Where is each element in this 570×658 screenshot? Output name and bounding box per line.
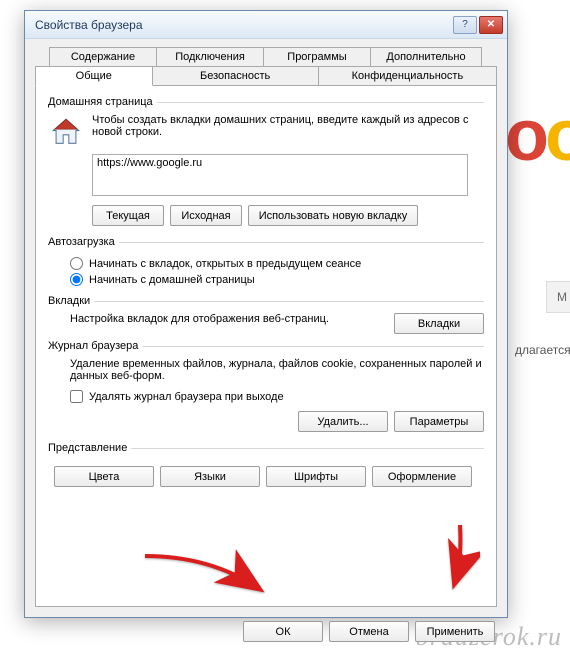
group-appearance: Представление Цвета Языки Шрифты Оформле… xyxy=(48,442,484,487)
tab-panel-general: Домашняя страница Чтобы создать вкладки … xyxy=(35,85,497,607)
tab-programs[interactable]: Программы xyxy=(263,47,371,67)
home-icon xyxy=(48,114,84,150)
titlebar[interactable]: Свойства браузера ? ✕ xyxy=(25,11,507,39)
window-title: Свойства браузера xyxy=(35,18,453,32)
home-url-textarea[interactable] xyxy=(92,154,468,196)
group-tabs-legend: Вкладки xyxy=(48,295,94,307)
btn-tabs[interactable]: Вкладки xyxy=(394,313,484,334)
group-history-legend: Журнал браузера xyxy=(48,340,142,352)
group-appearance-legend: Представление xyxy=(48,442,131,454)
btn-delete[interactable]: Удалить... xyxy=(298,411,388,432)
home-desc: Чтобы создать вкладки домашних страниц, … xyxy=(92,114,484,150)
btn-use-newtab[interactable]: Использовать новую вкладку xyxy=(248,205,418,226)
tab-security[interactable]: Безопасность xyxy=(152,66,319,86)
help-button[interactable]: ? xyxy=(453,16,477,34)
tab-advanced[interactable]: Дополнительно xyxy=(370,47,482,67)
group-tabs: Вкладки Настройка вкладок для отображени… xyxy=(48,295,484,334)
btn-params[interactable]: Параметры xyxy=(394,411,484,432)
bg-google-logo: oog xyxy=(505,95,570,177)
btn-colors[interactable]: Цвета xyxy=(54,466,154,487)
btn-apply[interactable]: Применить xyxy=(415,621,495,642)
group-history: Журнал браузера Удаление временных файло… xyxy=(48,340,484,436)
radio-start-tabs[interactable]: Начинать с вкладок, открытых в предыдуще… xyxy=(70,257,484,270)
btn-style[interactable]: Оформление xyxy=(372,466,472,487)
radio-start-tabs-label: Начинать с вкладок, открытых в предыдуще… xyxy=(89,258,361,270)
tab-connections[interactable]: Подключения xyxy=(156,47,264,67)
group-home-legend: Домашняя страница xyxy=(48,96,157,108)
group-home: Домашняя страница Чтобы создать вкладки … xyxy=(48,96,484,230)
radio-start-home-label: Начинать с домашней страницы xyxy=(89,274,255,286)
btn-languages[interactable]: Языки xyxy=(160,466,260,487)
radio-start-home-input[interactable] xyxy=(70,273,83,286)
btn-default[interactable]: Исходная xyxy=(170,205,242,226)
group-autoload: Автозагрузка Начинать с вкладок, открыты… xyxy=(48,236,484,289)
bg-offer-text: длагается xyxy=(515,343,570,357)
tabs-desc: Настройка вкладок для отображения веб-ст… xyxy=(70,313,384,325)
radio-start-home[interactable]: Начинать с домашней страницы xyxy=(70,273,484,286)
group-autoload-legend: Автозагрузка xyxy=(48,236,119,248)
tab-privacy[interactable]: Конфиденциальность xyxy=(318,66,497,86)
btn-current[interactable]: Текущая xyxy=(92,205,164,226)
bg-button: М xyxy=(546,281,570,313)
btn-fonts[interactable]: Шрифты xyxy=(266,466,366,487)
radio-start-tabs-input[interactable] xyxy=(70,257,83,270)
chk-delete-on-exit-input[interactable] xyxy=(70,390,83,403)
btn-ok[interactable]: ОК xyxy=(243,621,323,642)
history-desc: Удаление временных файлов, журнала, файл… xyxy=(70,358,484,382)
tab-general[interactable]: Общие xyxy=(35,66,153,86)
close-button[interactable]: ✕ xyxy=(479,16,503,34)
tab-content[interactable]: Содержание xyxy=(49,47,157,67)
btn-cancel[interactable]: Отмена xyxy=(329,621,409,642)
browser-properties-dialog: Свойства браузера ? ✕ Содержание Подключ… xyxy=(24,10,508,618)
chk-delete-on-exit-label: Удалять журнал браузера при выходе xyxy=(89,391,284,403)
chk-delete-on-exit[interactable]: Удалять журнал браузера при выходе xyxy=(70,390,484,403)
